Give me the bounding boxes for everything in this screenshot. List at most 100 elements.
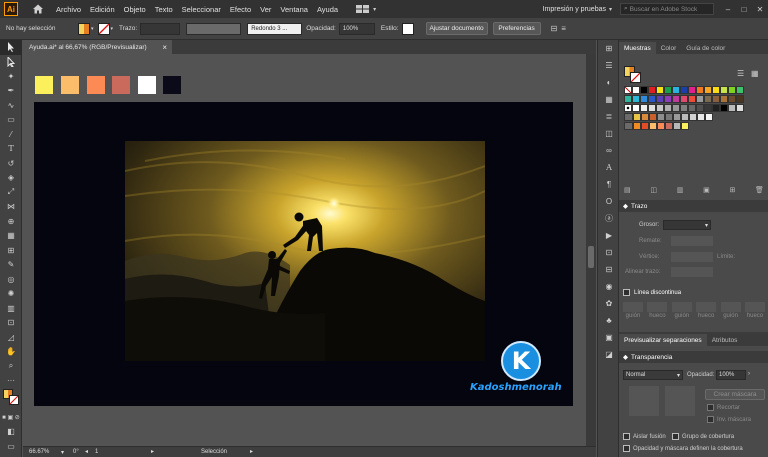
minimize-button[interactable]: – <box>720 5 736 14</box>
swatch-cell[interactable] <box>664 95 672 103</box>
show-kinds-icon[interactable]: ◫ <box>650 186 657 194</box>
swatch-cell[interactable] <box>656 86 664 94</box>
arrange-documents-icon[interactable] <box>355 4 371 14</box>
swatch-cell[interactable] <box>657 122 665 130</box>
type-tool-icon[interactable]: T <box>0 142 22 157</box>
menu-efecto[interactable]: Efecto <box>230 5 251 14</box>
swatch-cell[interactable] <box>736 104 744 112</box>
dash-field-column[interactable]: hueco <box>647 302 668 319</box>
paintbrush-tool-icon[interactable]: ⁄ <box>0 127 22 142</box>
tab-swatches[interactable]: Muestras <box>619 42 656 54</box>
edit-toolbar-icon[interactable]: ··· <box>0 374 22 389</box>
clip-row[interactable]: Recortar <box>707 404 740 411</box>
screen-mode-icon[interactable]: ▭ <box>0 439 22 454</box>
swatch-cell[interactable] <box>697 113 705 121</box>
swatch-cell[interactable] <box>632 86 640 94</box>
close-button[interactable]: ✕ <box>752 5 768 14</box>
menu-objeto[interactable]: Objeto <box>124 5 146 14</box>
swatch-cell[interactable] <box>712 86 720 94</box>
swatch-cell[interactable] <box>624 95 632 103</box>
current-fill-stroke[interactable] <box>624 66 642 84</box>
isolate-blend-row[interactable]: Aislar fusión <box>623 433 666 440</box>
panel-menu-icon[interactable]: ≡ <box>561 24 566 33</box>
brush-definition-dropdown[interactable]: Redondo 3 ... <box>247 22 303 35</box>
mask-thumb-left[interactable] <box>629 386 659 416</box>
dash-field[interactable] <box>720 302 741 312</box>
swatch-cell[interactable] <box>696 86 704 94</box>
swatch-cell[interactable] <box>649 113 657 121</box>
new-swatch-icon[interactable]: ⊞ <box>729 186 735 194</box>
opentype-icon[interactable]: O <box>598 193 620 210</box>
swatch-cell[interactable] <box>640 104 648 112</box>
swatch-cell[interactable] <box>688 86 696 94</box>
stock-search-input[interactable]: ⌕ Buscar en Adobe Stock <box>620 3 714 15</box>
list-view-icon[interactable]: ☰ <box>737 69 744 78</box>
fill-stroke-widget[interactable] <box>0 388 21 410</box>
chevron-down-icon[interactable]: ▾ <box>61 449 64 456</box>
artboards-icon[interactable]: ◫ <box>598 125 620 142</box>
shape-builder-icon[interactable]: ⊕ <box>0 214 22 229</box>
transform-icon[interactable]: ⊡ <box>598 244 620 261</box>
selection-tool-icon[interactable] <box>0 40 22 55</box>
glyphs-icon[interactable]: ⓐ <box>598 210 620 227</box>
swatch-cell[interactable] <box>624 86 632 94</box>
pen-tool-icon[interactable]: ✒ <box>0 84 22 99</box>
symbol-sprayer-icon[interactable]: ✺ <box>0 287 22 302</box>
swatch-cell[interactable] <box>696 104 704 112</box>
menu-archivo[interactable]: Archivo <box>56 5 81 14</box>
menu-ayuda[interactable]: Ayuda <box>317 5 338 14</box>
dash-field[interactable] <box>671 302 692 312</box>
artboard-number[interactable]: 1 <box>95 449 98 455</box>
tab-separations[interactable]: Previsualizar separaciones <box>619 334 707 346</box>
dash-field[interactable] <box>623 302 643 312</box>
swatch-cell[interactable] <box>704 86 712 94</box>
swatch-cell[interactable] <box>657 113 665 121</box>
stroke-swatch[interactable] <box>9 395 19 405</box>
opacity-mask-knockout-row[interactable]: Opacidad y máscara definen la cobertura <box>623 445 743 452</box>
menu-ver[interactable]: Ver <box>260 5 271 14</box>
dash-field-column[interactable]: guión <box>671 302 692 319</box>
invert-mask-row[interactable]: Inv. máscara <box>707 416 751 423</box>
swatch-cell[interactable] <box>681 122 689 130</box>
scale-tool-icon[interactable]: ⤢ <box>0 185 22 200</box>
artboard-tool-icon[interactable]: ⊡ <box>0 316 22 331</box>
make-mask-button[interactable]: Crear máscara <box>705 389 765 400</box>
slice-tool-icon[interactable]: ◿ <box>0 330 22 345</box>
swatch-cell[interactable] <box>704 104 712 112</box>
swatch-cell[interactable] <box>641 122 649 130</box>
swatch-cell[interactable] <box>712 104 720 112</box>
symbols-icon[interactable]: ♣ <box>598 312 620 329</box>
swatch-cell[interactable] <box>688 95 696 103</box>
tab-attributes[interactable]: Atributos <box>707 334 743 346</box>
dash-field[interactable] <box>744 302 765 312</box>
stroke-color-button[interactable] <box>97 22 110 35</box>
appearance-icon[interactable]: ◉ <box>598 278 620 295</box>
direct-selection-tool-icon[interactable] <box>0 55 22 70</box>
dash-field-column[interactable]: guión <box>623 302 643 319</box>
swatch-cell[interactable] <box>673 122 681 130</box>
swatch-cell[interactable] <box>728 104 736 112</box>
swatch-cell[interactable] <box>656 104 664 112</box>
variable-width-profile[interactable] <box>186 22 242 35</box>
swatch-cell[interactable] <box>664 86 672 94</box>
dashed-line-row[interactable]: Línea discontinua <box>623 289 681 296</box>
swatch-cell[interactable] <box>720 86 728 94</box>
color-group-folder-icon[interactable] <box>624 122 633 130</box>
draw-mode-icon[interactable]: ◧ <box>0 425 22 440</box>
swatch-cell[interactable] <box>656 95 664 103</box>
swatch-cell[interactable] <box>689 113 697 121</box>
swatch-cell[interactable] <box>641 113 649 121</box>
dash-field-column[interactable]: hueco <box>696 302 717 319</box>
tab-color[interactable]: Color <box>656 42 682 54</box>
sunset-climbers-photo[interactable] <box>125 141 485 361</box>
swatches-icon[interactable]: ▦ <box>598 91 620 108</box>
library-menu-icon[interactable]: ▤ <box>624 186 631 194</box>
swatch-cell[interactable] <box>680 104 688 112</box>
maximize-button[interactable]: □ <box>736 5 752 14</box>
palette-swatch[interactable] <box>163 76 181 94</box>
column-graph-icon[interactable]: ▥ <box>0 301 22 316</box>
menu-seleccionar[interactable]: Seleccionar <box>182 5 221 14</box>
knockout-group-row[interactable]: Grupo de cobertura <box>672 433 734 440</box>
document-setup-button[interactable]: Ajustar documento <box>425 22 488 35</box>
links-icon[interactable]: ∞ <box>598 142 620 159</box>
